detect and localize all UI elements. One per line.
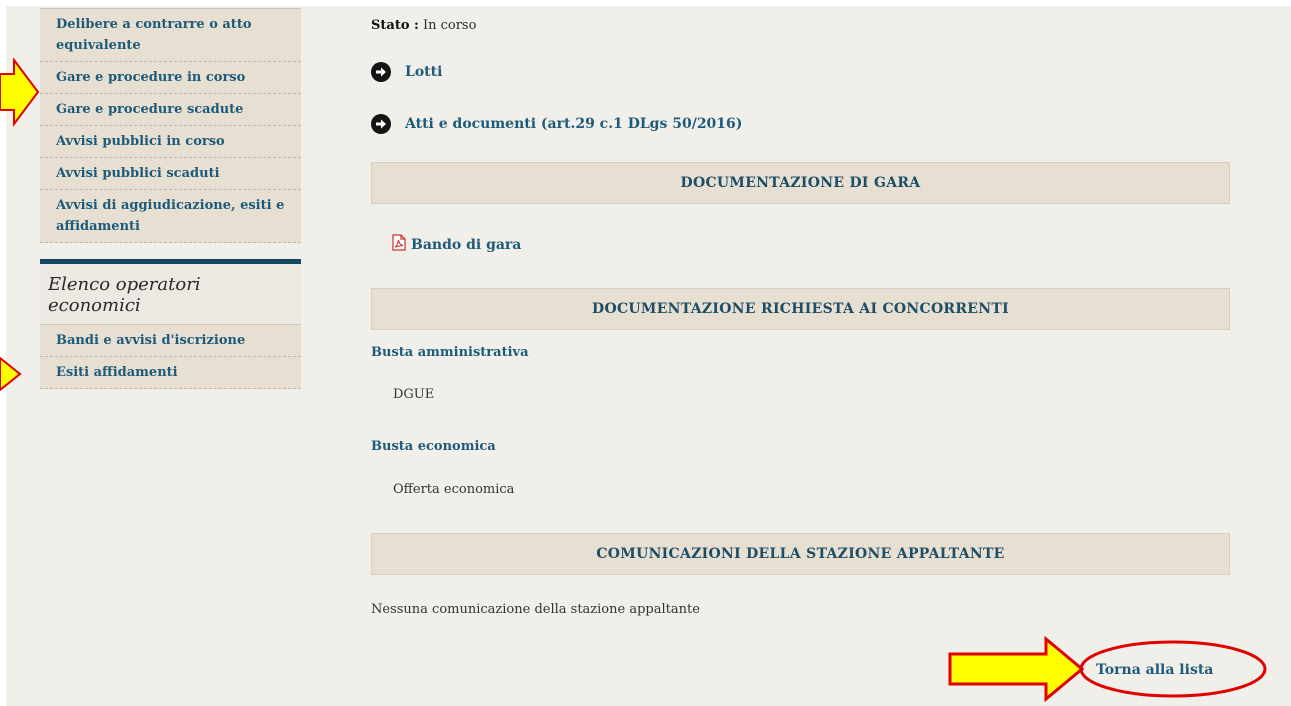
annotation-circle-highlight — [1079, 640, 1267, 698]
status-value: In corso — [422, 18, 477, 33]
panel-title: DOCUMENTAZIONE RICHIESTA AI CONCORRENTI — [592, 301, 1009, 317]
panel-documentazione-richiesta: DOCUMENTAZIONE RICHIESTA AI CONCORRENTI — [371, 288, 1230, 330]
busta-economica-heading: Busta economica — [371, 439, 496, 454]
annotation-arrow-icon — [0, 58, 40, 127]
status-label: Stato : — [371, 18, 419, 33]
comunicazioni-text: Nessuna comunicazione della stazione app… — [371, 602, 700, 617]
busta-amministrativa-heading: Busta amministrativa — [371, 345, 529, 360]
arrow-right-circle-icon — [371, 114, 391, 134]
bando-link-row[interactable]: Bando di gara — [391, 234, 521, 255]
sidebar-item-delibere[interactable]: Delibere a contrarre o atto equivalente — [40, 9, 301, 62]
atti-documenti-link[interactable]: Atti e documenti (art.29 c.1 DLgs 50/201… — [405, 116, 742, 132]
arrow-right-circle-icon — [371, 62, 391, 82]
sidebar-item-gare-scadute[interactable]: Gare e procedure scadute — [40, 94, 301, 126]
panel-title: COMUNICAZIONI DELLA STAZIONE APPALTANTE — [596, 546, 1005, 562]
annotation-arrow-icon — [948, 636, 1085, 702]
sidebar-item-avvisi-in-corso[interactable]: Avvisi pubblici in corso — [40, 126, 301, 158]
annotation-arrow-icon — [0, 356, 22, 392]
bando-di-gara-link[interactable]: Bando di gara — [411, 237, 521, 253]
sidebar-operators-menu: Bandi e avvisi d'iscrizione Esiti affida… — [40, 325, 301, 389]
sidebar-item-bandi-iscrizione[interactable]: Bandi e avvisi d'iscrizione — [40, 325, 301, 357]
busta-amministrativa-item: DGUE — [393, 387, 435, 402]
lotti-link[interactable]: Lotti — [405, 64, 442, 80]
sidebar-item-aggiudicazione[interactable]: Avvisi di aggiudicazione, esiti e affida… — [40, 190, 301, 243]
panel-title: DOCUMENTAZIONE DI GARA — [680, 175, 921, 191]
atti-documenti-link-row[interactable]: Atti e documenti (art.29 c.1 DLgs 50/201… — [371, 114, 742, 134]
sidebar-menu: Delibere a contrarre o atto equivalente … — [40, 8, 301, 243]
sidebar-item-esiti-affidamenti[interactable]: Esiti affidamenti — [40, 357, 301, 389]
sidebar-section-title: Elenco operatori economici — [40, 259, 301, 325]
panel-documentazione-gara: DOCUMENTAZIONE DI GARA — [371, 162, 1230, 204]
pdf-icon — [391, 234, 407, 255]
status-line: Stato : In corso — [371, 18, 476, 33]
lotti-link-row[interactable]: Lotti — [371, 62, 442, 82]
panel-comunicazioni: COMUNICAZIONI DELLA STAZIONE APPALTANTE — [371, 533, 1230, 575]
sidebar-item-gare-in-corso[interactable]: Gare e procedure in corso — [40, 62, 301, 94]
sidebar: Delibere a contrarre o atto equivalente … — [40, 8, 301, 389]
sidebar-item-avvisi-scaduti[interactable]: Avvisi pubblici scaduti — [40, 158, 301, 190]
busta-economica-item: Offerta economica — [393, 482, 515, 497]
